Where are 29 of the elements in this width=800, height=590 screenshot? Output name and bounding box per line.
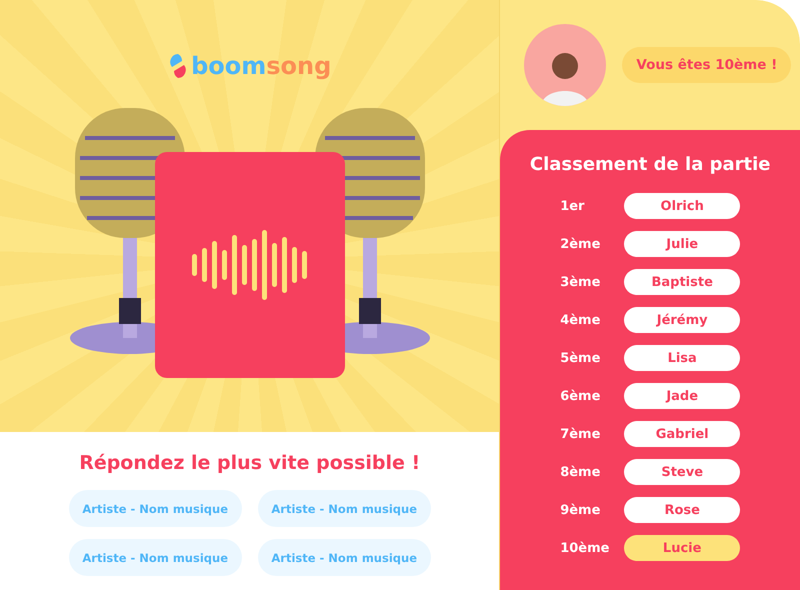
rank-label: 10ème	[560, 540, 610, 556]
rank-label: 1er	[560, 198, 586, 214]
rank-label: 9ème	[560, 502, 602, 518]
rank-label: 3ème	[560, 274, 602, 290]
rank-label: 2ème	[560, 236, 602, 252]
rank-label: 8ème	[560, 464, 602, 480]
rank-label: 4ème	[560, 312, 602, 328]
player-name: Baptiste	[624, 269, 740, 295]
question-prompt: Répondez le plus vite possible !	[79, 452, 420, 474]
player-name: Steve	[624, 459, 740, 485]
answer-button[interactable]: Artiste - Nom musique	[258, 490, 431, 527]
answer-button[interactable]: Artiste - Nom musique	[258, 539, 431, 576]
player-name: Lucie	[624, 535, 740, 561]
player-name: Lisa	[624, 345, 740, 371]
player-name: Jérémy	[624, 307, 740, 333]
answer-button[interactable]: Artiste - Nom musique	[68, 490, 242, 527]
player-name: Jade	[624, 383, 740, 409]
logo-text: boomsong	[191, 52, 332, 80]
rank-label: 6ème	[560, 388, 602, 404]
player-name: Olrich	[624, 193, 740, 219]
rank-label: 7ème	[560, 426, 602, 442]
player-name: Gabriel	[624, 421, 740, 447]
player-name: Rose	[624, 497, 740, 523]
rank-badge: Vous êtes 10ème !	[622, 47, 792, 83]
rank-label: 5ème	[560, 350, 602, 366]
player-name: Julie	[624, 231, 740, 257]
leaderboard-title: Classement de la partie	[530, 154, 771, 175]
answer-button[interactable]: Artiste - Nom musique	[68, 539, 242, 576]
logo-icon	[168, 53, 188, 79]
